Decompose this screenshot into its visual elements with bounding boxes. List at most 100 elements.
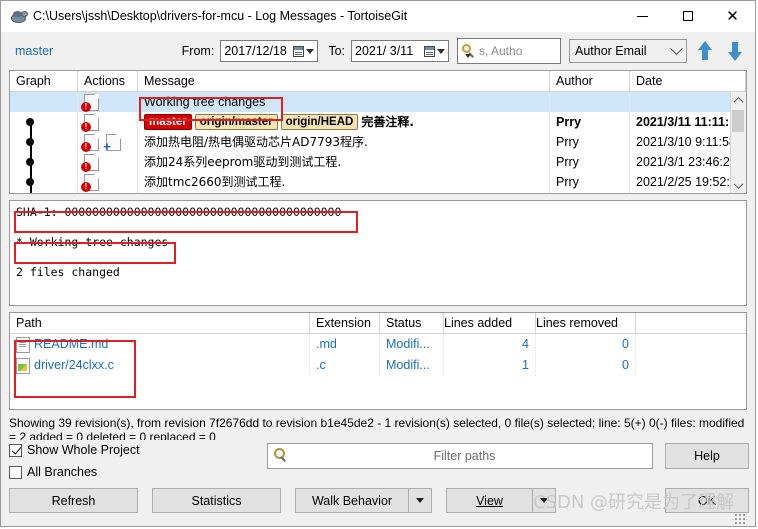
chevron-down-icon bbox=[306, 48, 315, 54]
commit-message: 添加热电阻/热电偶驱动芯片AD7793程序. bbox=[144, 135, 368, 149]
commit-message: 添加24系列eeprom驱动到测试工程. bbox=[144, 155, 342, 169]
table-row[interactable]: ! 添加24系列eeprom驱动到测试工程. Prry 2021/3/1 23:… bbox=[10, 152, 746, 172]
graph-cell bbox=[10, 152, 78, 172]
list-item[interactable]: driver/24clxx.c .c Modifi... 1 0 bbox=[10, 355, 746, 376]
chevron-down-icon bbox=[416, 498, 424, 503]
help-button[interactable]: Help bbox=[665, 443, 749, 469]
window-title: C:\Users\jssh\Desktop\drivers-for-mcu - … bbox=[33, 9, 408, 23]
file-path-cell: driver/24clxx.c bbox=[10, 355, 310, 376]
search-placeholder: s, Autho bbox=[479, 44, 523, 58]
date-cell: 2021/3/10 9:11:58 bbox=[630, 132, 746, 152]
view-split-button[interactable]: View bbox=[446, 488, 556, 513]
actions-cell: ! + bbox=[78, 132, 138, 152]
scroll-up-button[interactable] bbox=[731, 92, 746, 108]
actions-cell: ! bbox=[78, 112, 138, 132]
modified-file-icon: ! bbox=[81, 153, 99, 172]
modified-file-icon: ! bbox=[81, 93, 99, 112]
search-field-select[interactable]: Author Email bbox=[569, 39, 687, 63]
action-button-row: Refresh Statistics Walk Behavior View bbox=[9, 488, 556, 513]
checkbox-icon bbox=[9, 465, 22, 479]
graph-cell bbox=[10, 92, 78, 112]
table-row-partial[interactable] bbox=[10, 192, 746, 193]
scrollbar-thumb[interactable] bbox=[732, 110, 744, 132]
refresh-button[interactable]: Refresh bbox=[9, 488, 138, 513]
author-cell: Prry bbox=[550, 132, 630, 152]
column-header-status[interactable]: Status bbox=[380, 313, 444, 333]
modified-file-icon: ! bbox=[81, 133, 99, 152]
table-row[interactable]: ! + 添加热电阻/热电偶驱动芯片AD7793程序. Prry 2021/3/1… bbox=[10, 132, 746, 152]
view-dropdown-button[interactable] bbox=[532, 488, 556, 513]
changed-files-summary: 2 files changed bbox=[16, 265, 120, 279]
scroll-down-icon bbox=[733, 178, 744, 189]
column-header-path[interactable]: Path bbox=[10, 313, 310, 333]
graph-node-icon bbox=[26, 118, 34, 126]
changed-files-list[interactable]: Path Extension Status Lines added Lines … bbox=[9, 312, 747, 410]
actions-cell bbox=[78, 192, 138, 193]
filter-paths-input[interactable]: Filter paths bbox=[267, 443, 653, 469]
revision-log-list[interactable]: Graph Actions Message Author Date ! Work… bbox=[9, 70, 747, 194]
walk-behavior-split-button[interactable]: Walk Behavior bbox=[295, 488, 432, 513]
view-button[interactable]: View bbox=[446, 488, 532, 513]
scroll-to-next-button[interactable] bbox=[723, 38, 747, 64]
column-header-lines-added[interactable]: Lines added bbox=[444, 313, 536, 333]
from-date-picker[interactable]: 2017/12/18 bbox=[220, 40, 319, 62]
column-header-date[interactable]: Date bbox=[630, 71, 746, 91]
message-cell: 添加24系列eeprom驱动到测试工程. bbox=[138, 152, 550, 172]
column-header-message[interactable]: Message bbox=[138, 71, 550, 91]
walk-behavior-button[interactable]: Walk Behavior bbox=[295, 488, 408, 513]
ref-label-remote[interactable]: origin/HEAD bbox=[280, 114, 359, 130]
modified-file-icon: ! bbox=[81, 173, 99, 192]
maximize-button[interactable] bbox=[665, 1, 710, 31]
log-list-scrollbar[interactable] bbox=[730, 92, 746, 193]
filter-paths-placeholder: Filter paths bbox=[433, 449, 496, 463]
file-path: README.md bbox=[34, 337, 109, 351]
file-list-header: Path Extension Status Lines added Lines … bbox=[10, 313, 746, 334]
current-branch-link[interactable]: master bbox=[15, 44, 53, 58]
tortoisegit-turtle-icon bbox=[9, 7, 28, 25]
column-header-lines-removed[interactable]: Lines removed bbox=[536, 313, 636, 333]
arrow-up-icon bbox=[697, 41, 713, 61]
all-branches-label: All Branches bbox=[27, 465, 98, 479]
to-label: To: bbox=[328, 44, 345, 58]
window-controls: ✕ bbox=[620, 1, 755, 31]
ok-button[interactable]: OK bbox=[665, 488, 749, 513]
file-lines-added: 4 bbox=[444, 334, 536, 355]
table-row[interactable]: ! 添加tmc2660到测试工程. Prry 2021/2/25 19:52:0… bbox=[10, 172, 746, 192]
file-row-filler bbox=[636, 355, 746, 376]
column-header-graph[interactable]: Graph bbox=[10, 71, 78, 91]
statistics-button[interactable]: Statistics bbox=[152, 488, 281, 513]
list-item[interactable]: README.md .md Modifi... 4 0 bbox=[10, 334, 746, 355]
ref-label-head[interactable]: master bbox=[144, 114, 192, 130]
scrollbar-track[interactable] bbox=[731, 108, 746, 177]
date-cell: 2021/3/1 23:46:26 bbox=[630, 152, 746, 172]
file-path: driver/24clxx.c bbox=[34, 358, 114, 372]
close-button[interactable]: ✕ bbox=[710, 1, 755, 31]
view-label: View bbox=[476, 493, 503, 508]
resize-grip[interactable] bbox=[734, 513, 746, 525]
column-header-author[interactable]: Author bbox=[550, 71, 630, 91]
scroll-down-button[interactable] bbox=[731, 177, 746, 193]
to-date-picker[interactable]: 2021/ 3/11 bbox=[351, 40, 449, 62]
author-cell: Prry bbox=[550, 152, 630, 172]
actions-cell: ! bbox=[78, 172, 138, 192]
minimize-button[interactable] bbox=[620, 1, 665, 31]
search-input[interactable]: s, Autho bbox=[457, 38, 561, 64]
date-cell: 2021/2/25 19:52:04 bbox=[630, 172, 746, 192]
walk-behavior-dropdown-button[interactable] bbox=[408, 488, 432, 513]
column-header-extension[interactable]: Extension bbox=[310, 313, 380, 333]
file-extension: .md bbox=[310, 334, 380, 355]
commit-message-panel[interactable]: SHA-1: 000000000000000000000000000000000… bbox=[9, 200, 747, 306]
file-lines-removed: 0 bbox=[536, 355, 636, 376]
title-bar: C:\Users\jssh\Desktop\drivers-for-mcu - … bbox=[1, 1, 755, 32]
ref-label-remote[interactable]: origin/master bbox=[194, 114, 278, 130]
table-row[interactable]: ! Working tree changes bbox=[10, 92, 746, 112]
graph-cell bbox=[10, 192, 78, 193]
graph-node-icon bbox=[26, 138, 34, 146]
chevron-down-icon bbox=[437, 48, 445, 54]
walk-behavior-label: Walk Behavior bbox=[311, 493, 393, 508]
table-row[interactable]: ! master origin/master origin/HEAD 完善注释.… bbox=[10, 112, 746, 132]
scroll-to-prev-button[interactable] bbox=[693, 38, 717, 64]
column-header-actions[interactable]: Actions bbox=[78, 71, 138, 91]
status-bar: Showing 39 revision(s), from revision 7f… bbox=[9, 416, 747, 440]
